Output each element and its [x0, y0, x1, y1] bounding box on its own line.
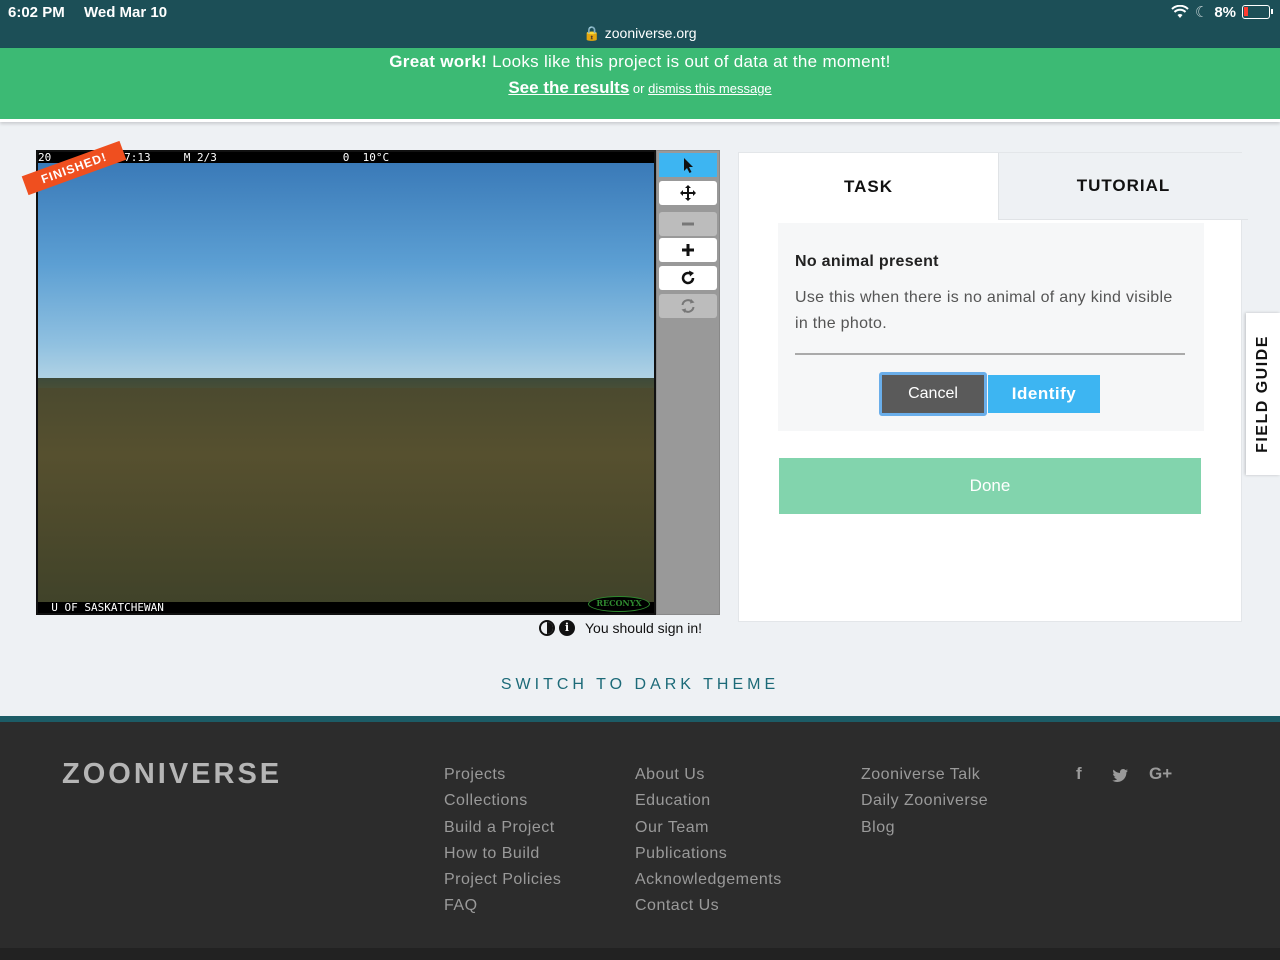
divider — [795, 353, 1185, 355]
footer-link[interactable]: Zooniverse Talk — [861, 766, 988, 792]
viewer-meta: i You should sign in! — [539, 620, 702, 636]
choice-title: No animal present — [795, 253, 939, 270]
move-tool-button[interactable] — [659, 181, 717, 205]
zoom-in-button[interactable] — [659, 238, 717, 262]
camera-footer: U OF SASKATCHEWAN — [38, 602, 654, 613]
out-of-data-banner: Great work! Looks like this project is o… — [0, 48, 1280, 122]
pointer-icon — [684, 158, 693, 173]
status-date: Wed Mar 10 — [84, 4, 168, 21]
reset-button[interactable] — [659, 294, 717, 318]
annotate-tool-button[interactable] — [659, 153, 717, 177]
footer-bottom-strip — [0, 948, 1280, 960]
wifi-icon — [1171, 5, 1189, 18]
banner-bold: Great work! — [389, 52, 488, 71]
refresh-icon — [681, 299, 695, 313]
zooniverse-logo[interactable]: ZOONIVERSE — [62, 758, 282, 791]
battery-percent: 8% — [1214, 3, 1236, 21]
footer-link[interactable]: Daily Zooniverse — [861, 792, 988, 818]
address-bar[interactable]: 🔒 zooniverse.org — [0, 25, 1280, 42]
rotate-icon — [681, 270, 695, 285]
tab-tutorial[interactable]: TUTORIAL — [998, 153, 1248, 220]
status-indicators: ☾ 8% — [1171, 3, 1273, 21]
footer-link[interactable]: Publications — [635, 845, 782, 871]
footer-link[interactable]: Projects — [444, 766, 561, 792]
done-button[interactable]: Done — [779, 458, 1201, 514]
url-text: zooniverse.org — [604, 25, 697, 41]
footer-column-projects: Projects Collections Build a Project How… — [444, 766, 561, 924]
footer-link[interactable]: Our Team — [635, 819, 782, 845]
footer-link[interactable]: FAQ — [444, 897, 561, 923]
field-guide-tab[interactable]: FIELD GUIDE — [1246, 313, 1280, 475]
footer-link[interactable]: Build a Project — [444, 819, 561, 845]
footer-link[interactable]: Collections — [444, 792, 561, 818]
footer-column-talk: Zooniverse Talk Daily Zooniverse Blog — [861, 766, 988, 845]
footer-column-about: About Us Education Our Team Publications… — [635, 766, 782, 924]
footer-link[interactable]: Acknowledgements — [635, 871, 782, 897]
plus-icon — [682, 244, 694, 256]
zoom-out-button[interactable] — [659, 212, 717, 236]
camera-header: 20 6 08:47:13 M 2/3 0 10°C — [38, 152, 654, 163]
switch-theme-button[interactable]: SWITCH TO DARK THEME — [0, 676, 1280, 694]
task-panel: TASK TUTORIAL No animal present Use this… — [738, 152, 1248, 622]
field-guide-label: FIELD GUIDE — [1254, 335, 1271, 453]
rotate-button[interactable] — [659, 266, 717, 290]
facebook-icon[interactable]: f — [1076, 764, 1082, 784]
twitter-icon[interactable] — [1111, 768, 1129, 784]
google-plus-icon[interactable]: G+ — [1149, 764, 1172, 784]
minus-icon — [682, 222, 694, 226]
tab-task[interactable]: TASK — [739, 153, 998, 220]
banner-message: Looks like this project is out of data a… — [492, 52, 891, 71]
status-time: 6:02 PM — [8, 4, 65, 21]
subject-viewer: FINISHED! 20 6 08:47:13 M 2/3 0 10°C U O… — [21, 140, 720, 615]
info-icon[interactable]: i — [559, 620, 575, 636]
lock-icon: 🔒 — [583, 25, 601, 41]
cancel-button[interactable]: Cancel — [879, 372, 987, 416]
footer-link[interactable]: Education — [635, 792, 782, 818]
footer-link[interactable]: Blog — [861, 819, 988, 845]
dismiss-message-link[interactable]: dismiss this message — [648, 81, 772, 96]
footer-link[interactable]: Project Policies — [444, 871, 561, 897]
move-icon — [680, 185, 696, 201]
moon-icon: ☾ — [1194, 4, 1209, 21]
sky — [38, 163, 654, 388]
choice-card: No animal present Use this when there is… — [778, 223, 1204, 431]
status-bar: 6:02 PM Wed Mar 10 🔒 zooniverse.org ☾ 8% — [0, 0, 1280, 48]
reconyx-logo: RECONYX — [588, 596, 650, 612]
sign-in-notice: You should sign in! — [585, 620, 703, 636]
footer-link[interactable]: Contact Us — [635, 897, 782, 923]
tundra-ground — [38, 388, 654, 610]
battery-icon — [1242, 5, 1273, 19]
subject-image[interactable]: 20 6 08:47:13 M 2/3 0 10°C U OF SASKATCH… — [36, 150, 656, 615]
footer: ZOONIVERSE Projects Collections Build a … — [0, 716, 1280, 960]
banner-or: or — [632, 81, 645, 96]
footer-link[interactable]: About Us — [635, 766, 782, 792]
image-toolbar — [656, 150, 720, 615]
see-results-link[interactable]: See the results — [508, 78, 629, 97]
identify-button[interactable]: Identify — [988, 375, 1100, 413]
contrast-icon[interactable] — [539, 620, 555, 636]
footer-link[interactable]: How to Build — [444, 845, 561, 871]
choice-description: Use this when there is no animal of any … — [795, 289, 1173, 332]
